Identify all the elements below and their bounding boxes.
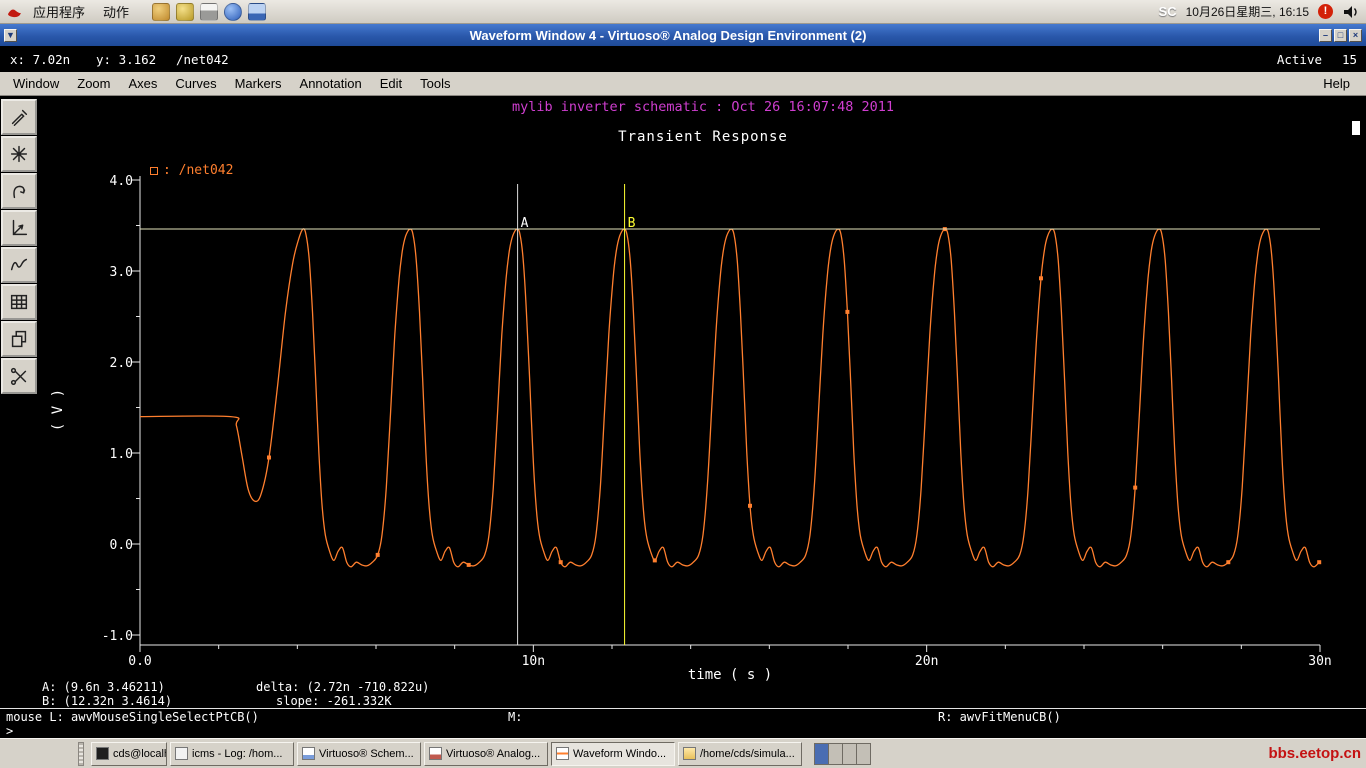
launcher-browser-icon[interactable] bbox=[224, 2, 243, 21]
menu-bar: Window Zoom Axes Curves Markers Annotati… bbox=[0, 72, 1366, 96]
svg-text:A: A bbox=[521, 216, 529, 231]
trace-legend-label: : /net042 bbox=[163, 163, 234, 178]
mouse-left-binding: mouse L: awvMouseSingleSelectPtCB() bbox=[6, 710, 259, 724]
svg-text:4.0: 4.0 bbox=[110, 174, 133, 189]
trace-legend[interactable]: : /net042 bbox=[150, 163, 233, 178]
mouse-middle-binding: M: bbox=[508, 710, 523, 724]
svg-text:10n: 10n bbox=[522, 654, 545, 669]
selected-net-readout: /net042 bbox=[176, 52, 229, 67]
desktop-top-panel: 应用程序 动作 SC 10月26日星期三, 16:15 ! bbox=[0, 0, 1366, 24]
svg-text:30n: 30n bbox=[1308, 654, 1331, 669]
taskbar-button-schematic[interactable]: Virtuoso® Schem... bbox=[297, 741, 421, 766]
svg-text:0.0: 0.0 bbox=[128, 654, 151, 669]
window-menu-button[interactable]: ▼ bbox=[4, 28, 17, 42]
svg-text:1.0: 1.0 bbox=[110, 447, 133, 462]
schematic-window-icon bbox=[302, 747, 315, 760]
mouse-bindings-bar: mouse L: awvMouseSingleSelectPtCB() M: R… bbox=[0, 708, 1366, 724]
workspace-1[interactable] bbox=[815, 743, 829, 764]
menu-annotation[interactable]: Annotation bbox=[291, 76, 371, 91]
subwindow-indicator bbox=[1352, 121, 1360, 135]
quick-launchers bbox=[152, 2, 267, 21]
menu-zoom[interactable]: Zoom bbox=[68, 76, 119, 91]
svg-text:-1.0: -1.0 bbox=[102, 629, 133, 644]
menu-axes[interactable]: Axes bbox=[119, 76, 166, 91]
taskbar-button-log[interactable]: icms - Log: /hom... bbox=[170, 741, 294, 766]
svg-text:( V ): ( V ) bbox=[50, 389, 66, 431]
taskbar-button-analog-env[interactable]: Virtuoso® Analog... bbox=[424, 741, 548, 766]
taskbar-button-file-manager[interactable]: /home/cds/simula... bbox=[678, 741, 802, 766]
log-window-icon bbox=[175, 747, 188, 760]
delta-readout: delta: (2.72n -710.822u) bbox=[256, 680, 430, 694]
cursor-x-readout: x: 7.02n bbox=[10, 52, 71, 67]
menu-help[interactable]: Help bbox=[1314, 76, 1362, 91]
svg-text:2.0: 2.0 bbox=[110, 356, 133, 371]
window-title: Waveform Window 4 - Virtuoso® Analog Des… bbox=[469, 27, 867, 43]
coordinate-strip: x: 7.02n y: 3.162 /net042 Active 15 bbox=[0, 46, 1366, 72]
svg-text:20n: 20n bbox=[915, 654, 938, 669]
active-label: Active bbox=[1276, 52, 1322, 67]
minimize-button[interactable]: – bbox=[1319, 28, 1332, 42]
workspace-switcher[interactable] bbox=[814, 742, 871, 765]
folder-icon bbox=[683, 747, 696, 760]
taskbar-button-terminal[interactable]: cds@localhost:~.. bbox=[91, 741, 167, 766]
window-title-bar[interactable]: ▼ Waveform Window 4 - Virtuoso® Analog D… bbox=[0, 24, 1366, 46]
marker-b-readout: B: (12.32n 3.4614) bbox=[42, 694, 173, 708]
svg-text:0.0: 0.0 bbox=[110, 538, 133, 553]
launcher-printer-icon[interactable] bbox=[200, 2, 219, 21]
workspace-3[interactable] bbox=[843, 743, 857, 764]
waveform-window-icon bbox=[556, 747, 569, 760]
menu-markers[interactable]: Markers bbox=[226, 76, 291, 91]
menu-edit[interactable]: Edit bbox=[371, 76, 411, 91]
svg-text:B: B bbox=[628, 216, 636, 231]
menu-window[interactable]: Window bbox=[4, 76, 68, 91]
speaker-icon[interactable] bbox=[1342, 3, 1360, 21]
taskbar-button-waveform[interactable]: Waveform Windo... bbox=[551, 741, 675, 766]
mouse-right-binding: R: awvFitMenuCB() bbox=[938, 710, 1061, 724]
system-tray: SC 10月26日星期三, 16:15 ! bbox=[1159, 3, 1360, 21]
trace-symbol-icon bbox=[150, 166, 158, 175]
input-method-indicator[interactable]: SC bbox=[1159, 4, 1177, 19]
close-button[interactable]: × bbox=[1349, 28, 1362, 42]
analog-env-window-icon bbox=[429, 747, 442, 760]
active-count: 15 bbox=[1341, 52, 1357, 67]
terminal-icon bbox=[96, 747, 109, 760]
menu-curves[interactable]: Curves bbox=[166, 76, 225, 91]
launcher-office-icon[interactable] bbox=[176, 2, 195, 21]
launcher-paint-icon[interactable] bbox=[152, 2, 171, 21]
plot-canvas[interactable]: 4.03.02.01.00.0-1.00.0 10n 20n 30ntime ( s … bbox=[0, 96, 1366, 681]
menu-tools[interactable]: Tools bbox=[411, 76, 459, 91]
slope-readout: slope: -261.332K bbox=[276, 694, 392, 708]
marker-readouts: A: (9.6n 3.46211) delta: (2.72n -710.822… bbox=[0, 679, 1366, 708]
plot-title: Transient Response bbox=[618, 129, 788, 145]
svg-text:3.0: 3.0 bbox=[110, 265, 133, 280]
plot-banner: mylib inverter schematic : Oct 26 16:07:… bbox=[511, 99, 894, 115]
update-alert-icon[interactable]: ! bbox=[1318, 4, 1333, 19]
command-prompt[interactable]: > bbox=[0, 724, 1366, 738]
cursor-y-readout: y: 3.162 bbox=[96, 52, 157, 67]
applications-menu[interactable]: 应用程序 bbox=[26, 2, 92, 21]
clock-applet[interactable]: 10月26日星期三, 16:15 bbox=[1186, 3, 1309, 20]
launcher-screen-icon[interactable] bbox=[248, 2, 267, 21]
redhat-menu-icon[interactable] bbox=[6, 4, 22, 20]
maximize-button[interactable]: □ bbox=[1334, 28, 1347, 42]
workspace-2[interactable] bbox=[829, 743, 843, 764]
taskbar: cds@localhost:~.. icms - Log: /hom... Vi… bbox=[0, 738, 1366, 768]
workspace-4[interactable] bbox=[857, 743, 870, 764]
window-list-handle[interactable] bbox=[78, 741, 84, 766]
prompt-symbol: > bbox=[6, 724, 14, 738]
watermark: bbs.eetop.cn bbox=[1268, 745, 1361, 762]
actions-menu[interactable]: 动作 bbox=[96, 2, 136, 21]
marker-a-readout: A: (9.6n 3.46211) bbox=[42, 680, 165, 694]
